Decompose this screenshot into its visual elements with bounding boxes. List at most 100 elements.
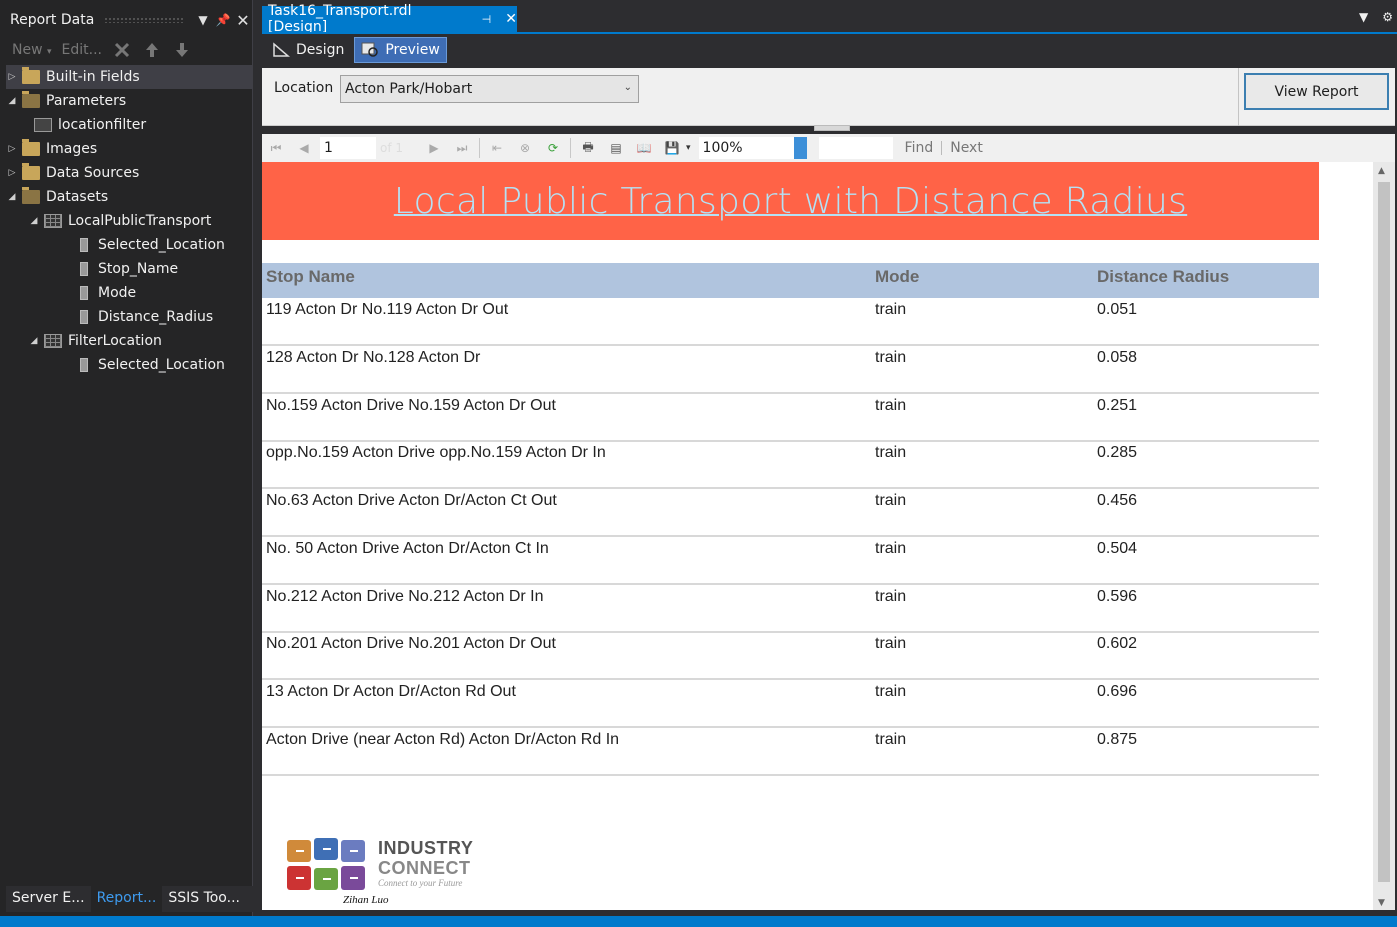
pin-icon[interactable]: ⊣ [482, 13, 492, 26]
tab-task16-transport[interactable]: Task16_Transport.rdl [Design] ⊣ ✕ [262, 3, 517, 35]
tree-item-field[interactable]: Selected_Location [6, 353, 253, 377]
tree-item-localpublictransport[interactable]: ◢ LocalPublicTransport [6, 209, 253, 233]
first-page-icon[interactable]: ⏮ [267, 139, 285, 157]
scroll-up-icon[interactable]: ▲ [1378, 166, 1385, 176]
view-report-button[interactable]: View Report [1244, 73, 1389, 110]
folder-icon [22, 163, 40, 180]
zoom-dropdown-icon[interactable] [792, 137, 807, 159]
folder-icon [22, 139, 40, 156]
tab-server-explorer[interactable]: Server E... [6, 886, 91, 912]
table-row: No. 50 Acton Drive Acton Dr/Acton Ct In … [262, 537, 1319, 585]
zoom-select[interactable]: 100% [698, 137, 807, 159]
next-page-icon[interactable]: ▶ [425, 139, 443, 157]
tree-item-field[interactable]: Selected_Location [6, 233, 253, 257]
scrollbar-thumb[interactable] [1378, 182, 1390, 882]
ide-window: Report Data ▼ 📌 ✕ New ▾ Edit... ▷ Built- [0, 0, 1397, 927]
table-row: No.201 Acton Drive No.201 Acton Dr Out t… [262, 632, 1319, 680]
logo-tagline: Connect to your Future [378, 878, 463, 888]
report-canvas: Local Public Transport with Distance Rad… [262, 162, 1395, 910]
logo-mark-icon [287, 838, 365, 890]
export-dropdown-icon[interactable]: ▾ [686, 143, 691, 153]
move-down-icon[interactable] [172, 40, 192, 60]
report-vertical-scrollbar[interactable]: ▲ ▼ [1373, 162, 1395, 910]
field-icon [80, 262, 88, 276]
cell-stop-name: No.63 Acton Drive Acton Dr/Acton Ct Out [266, 492, 557, 509]
design-preview-bar: Design Preview [262, 34, 1395, 66]
cell-distance: 0.875 [1097, 731, 1138, 748]
parameter-icon [34, 118, 52, 132]
stop-icon[interactable]: ⊗ [516, 139, 534, 157]
print-icon[interactable]: 🖶 [579, 139, 597, 157]
close-icon[interactable]: ✕ [233, 11, 253, 30]
panel-grip[interactable] [104, 17, 183, 23]
find-button[interactable]: Find [905, 140, 934, 156]
collapse-params-handle[interactable] [814, 125, 850, 131]
print-layout-icon[interactable]: ▤ [607, 139, 625, 157]
settings-icon[interactable]: ⚙ [1382, 10, 1393, 24]
export-icon[interactable]: 💾 [663, 139, 681, 157]
cell-distance: 0.058 [1097, 349, 1138, 366]
divider [570, 138, 571, 158]
table-row: opp.No.159 Acton Drive opp.No.159 Acton … [262, 441, 1319, 489]
column-header-distance-radius: Distance Radius [1097, 267, 1230, 286]
preview-button[interactable]: Preview [354, 37, 447, 63]
tree-item-built-in-fields[interactable]: ▷ Built-in Fields [6, 65, 253, 89]
find-input[interactable] [818, 137, 893, 159]
table-row: No.159 Acton Drive No.159 Acton Dr Out t… [262, 394, 1319, 442]
collapse-arrow-icon[interactable]: ◢ [6, 192, 18, 202]
tree-item-images[interactable]: ▷ Images [6, 137, 253, 161]
tree-item-locationfilter[interactable]: locationfilter [6, 113, 253, 137]
expand-arrow-icon[interactable]: ▷ [6, 72, 18, 82]
refresh-icon[interactable]: ⟳ [544, 139, 562, 157]
design-button[interactable]: Design [266, 37, 350, 63]
tree-item-data-sources[interactable]: ▷ Data Sources [6, 161, 253, 185]
expand-arrow-icon[interactable]: ▷ [6, 144, 18, 154]
table-row: Acton Drive (near Acton Rd) Acton Dr/Act… [262, 728, 1319, 776]
scroll-down-icon[interactable]: ▼ [1378, 898, 1385, 908]
tree-item-parameters[interactable]: ◢ Parameters [6, 89, 253, 113]
panel-bottom-tabs: Server E... Report... SSIS Too... [6, 886, 253, 912]
tree-item-field[interactable]: Stop_Name [6, 257, 253, 281]
close-tab-icon[interactable]: ✕ [505, 11, 517, 27]
find-next-button[interactable]: Next [950, 140, 983, 156]
tree-item-field[interactable]: Mode [6, 281, 253, 305]
cell-mode: train [875, 588, 907, 605]
pin-icon[interactable]: 📌 [213, 13, 233, 27]
status-bar [0, 916, 1397, 927]
collapse-arrow-icon[interactable]: ◢ [28, 336, 40, 346]
logo-text-line2: CONNECT [378, 858, 471, 878]
cell-mode: train [875, 683, 907, 700]
tree-item-datasets[interactable]: ◢ Datasets [6, 185, 253, 209]
last-page-icon[interactable]: ⏭ [453, 139, 471, 157]
dropdown-icon[interactable]: ▼ [1359, 10, 1368, 24]
previous-page-icon[interactable]: ◀ [295, 139, 313, 157]
edit-button[interactable]: Edit... [62, 42, 102, 58]
cell-stop-name: Acton Drive (near Acton Rd) Acton Dr/Act… [266, 731, 620, 748]
preview-icon [361, 42, 379, 57]
column-header-stop-name: Stop Name [266, 267, 355, 286]
tab-report-data[interactable]: Report... [90, 886, 163, 912]
location-select[interactable]: Acton Park/Hobart ⌄ [340, 75, 639, 103]
cell-mode: train [875, 540, 907, 557]
tree-item-filterlocation[interactable]: ◢ FilterLocation [6, 329, 253, 353]
divider [941, 141, 943, 155]
table-row: 13 Acton Dr Acton Dr/Acton Rd Out train … [262, 680, 1319, 728]
dropdown-icon[interactable]: ▼ [193, 13, 213, 27]
tree-item-field[interactable]: Distance_Radius [6, 305, 253, 329]
collapse-arrow-icon[interactable]: ◢ [6, 96, 18, 106]
document-area: Task16_Transport.rdl [Design] ⊣ ✕ ▼ ⚙ De… [258, 0, 1397, 916]
page-number-input[interactable]: 1 [320, 137, 376, 159]
collapse-arrow-icon[interactable]: ◢ [28, 216, 40, 226]
field-icon [80, 310, 88, 324]
report-toolbar: ⏮ ◀ 1 of 1 ▶ ⏭ ⇤ ⊗ ⟳ 🖶 ▤ 📖 💾 ▾ 100% Find… [262, 134, 1395, 162]
tab-ssis-toolbox[interactable]: SSIS Too... [162, 886, 246, 912]
move-up-icon[interactable] [142, 40, 162, 60]
cell-stop-name: 128 Acton Dr No.128 Acton Dr [266, 349, 481, 366]
back-icon[interactable]: ⇤ [488, 139, 506, 157]
delete-icon[interactable] [112, 40, 132, 60]
page-setup-icon[interactable]: 📖 [635, 139, 653, 157]
cell-stop-name: No. 50 Acton Drive Acton Dr/Acton Ct In [266, 540, 549, 557]
expand-arrow-icon[interactable]: ▷ [6, 168, 18, 178]
new-button[interactable]: New ▾ [12, 42, 52, 58]
chevron-down-icon: ⌄ [623, 82, 632, 93]
